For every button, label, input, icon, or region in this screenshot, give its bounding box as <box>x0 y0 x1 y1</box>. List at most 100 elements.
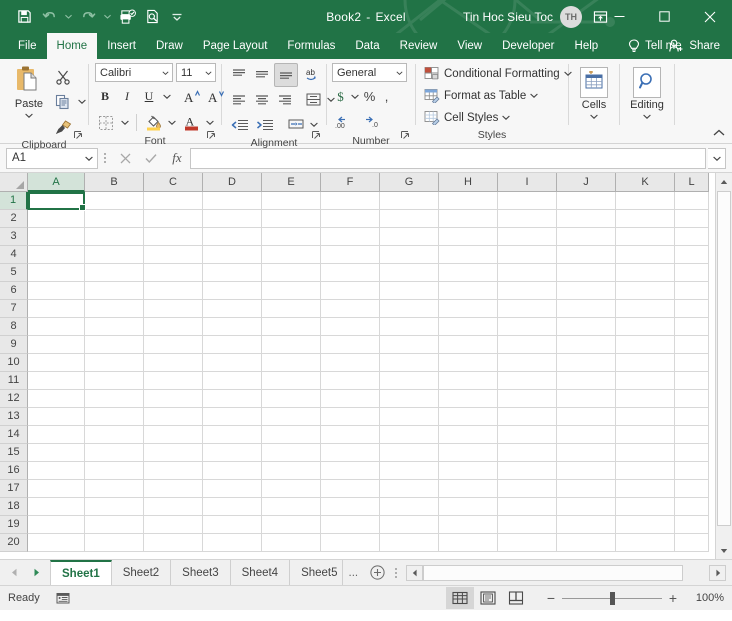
row-header-11[interactable]: 11 <box>0 372 28 390</box>
column-header-b[interactable]: B <box>85 173 144 192</box>
cell-F18[interactable] <box>321 498 380 516</box>
cell-D18[interactable] <box>203 498 262 516</box>
cell-C16[interactable] <box>144 462 203 480</box>
cell-F11[interactable] <box>321 372 380 390</box>
cell-B2[interactable] <box>85 210 144 228</box>
cell-I19[interactable] <box>498 516 557 534</box>
cell-F3[interactable] <box>321 228 380 246</box>
cell-F8[interactable] <box>321 318 380 336</box>
format-as-table-button[interactable]: Format as Table <box>422 85 542 106</box>
cell-J16[interactable] <box>557 462 616 480</box>
sheet-tab-sheet2[interactable]: Sheet2 <box>112 560 171 585</box>
cell-G16[interactable] <box>380 462 439 480</box>
row-header-17[interactable]: 17 <box>0 480 28 498</box>
cell-G9[interactable] <box>380 336 439 354</box>
decrease-indent-button[interactable] <box>228 114 252 136</box>
cell-K13[interactable] <box>616 408 675 426</box>
accounting-format-button[interactable]: $ <box>332 86 349 108</box>
paste-button[interactable]: Paste <box>6 63 52 121</box>
cell-B7[interactable] <box>85 300 144 318</box>
row-header-18[interactable]: 18 <box>0 498 28 516</box>
sheet-tab-sheet1[interactable]: Sheet1 <box>50 560 112 585</box>
cell-C12[interactable] <box>144 390 203 408</box>
cell-G10[interactable] <box>380 354 439 372</box>
cell-J5[interactable] <box>557 264 616 282</box>
borders-dropdown-button[interactable] <box>119 112 131 134</box>
cell-J17[interactable] <box>557 480 616 498</box>
cell-I20[interactable] <box>498 534 557 552</box>
cell-K12[interactable] <box>616 390 675 408</box>
cell-L16[interactable] <box>675 462 709 480</box>
vertical-scrollbar[interactable] <box>715 173 732 559</box>
cell-I6[interactable] <box>498 282 557 300</box>
status-text[interactable]: Ready <box>0 592 40 604</box>
cell-C17[interactable] <box>144 480 203 498</box>
cell-J18[interactable] <box>557 498 616 516</box>
cell-G17[interactable] <box>380 480 439 498</box>
cell-L18[interactable] <box>675 498 709 516</box>
cell-G8[interactable] <box>380 318 439 336</box>
format-painter-button[interactable] <box>52 116 74 138</box>
cell-F2[interactable] <box>321 210 380 228</box>
cell-F16[interactable] <box>321 462 380 480</box>
print-preview-button[interactable] <box>140 5 164 29</box>
cell-G12[interactable] <box>380 390 439 408</box>
merge-center-button[interactable] <box>285 114 307 136</box>
increase-decimal-button[interactable]: .00 <box>332 112 358 134</box>
cell-H4[interactable] <box>439 246 498 264</box>
cell-E6[interactable] <box>262 282 321 300</box>
cell-L11[interactable] <box>675 372 709 390</box>
redo-dropdown-button[interactable] <box>100 5 114 29</box>
bottom-align-button[interactable] <box>274 63 298 87</box>
cell-L12[interactable] <box>675 390 709 408</box>
cell-B20[interactable] <box>85 534 144 552</box>
cell-K1[interactable] <box>616 192 675 210</box>
cell-A18[interactable] <box>28 498 85 516</box>
cell-E15[interactable] <box>262 444 321 462</box>
cell-I8[interactable] <box>498 318 557 336</box>
column-header-d[interactable]: D <box>203 173 262 192</box>
cell-B9[interactable] <box>85 336 144 354</box>
increase-indent-button[interactable] <box>253 114 277 136</box>
insert-function-button[interactable]: fx <box>164 147 190 169</box>
row-header-13[interactable]: 13 <box>0 408 28 426</box>
cell-E11[interactable] <box>262 372 321 390</box>
cell-D5[interactable] <box>203 264 262 282</box>
row-header-10[interactable]: 10 <box>0 354 28 372</box>
formula-bar-resize-grip[interactable] <box>98 151 112 165</box>
cell-A3[interactable] <box>28 228 85 246</box>
cell-A6[interactable] <box>28 282 85 300</box>
cell-K8[interactable] <box>616 318 675 336</box>
tab-help[interactable]: Help <box>565 33 609 59</box>
row-header-15[interactable]: 15 <box>0 444 28 462</box>
cell-G5[interactable] <box>380 264 439 282</box>
cell-C13[interactable] <box>144 408 203 426</box>
percent-format-button[interactable]: % <box>360 86 379 108</box>
cell-G15[interactable] <box>380 444 439 462</box>
underline-dropdown-button[interactable] <box>161 86 173 108</box>
all-sheets-button[interactable] <box>390 560 402 585</box>
cell-C11[interactable] <box>144 372 203 390</box>
column-header-j[interactable]: J <box>557 173 616 192</box>
cell-B15[interactable] <box>85 444 144 462</box>
cell-H12[interactable] <box>439 390 498 408</box>
cell-D13[interactable] <box>203 408 262 426</box>
cell-A2[interactable] <box>28 210 85 228</box>
cell-L1[interactable] <box>675 192 709 210</box>
cell-A20[interactable] <box>28 534 85 552</box>
cell-E5[interactable] <box>262 264 321 282</box>
cell-L20[interactable] <box>675 534 709 552</box>
cell-D15[interactable] <box>203 444 262 462</box>
cell-C7[interactable] <box>144 300 203 318</box>
column-header-g[interactable]: G <box>380 173 439 192</box>
cell-K10[interactable] <box>616 354 675 372</box>
undo-button[interactable] <box>37 5 61 29</box>
editing-button[interactable]: Editing <box>623 65 671 122</box>
cell-C19[interactable] <box>144 516 203 534</box>
cell-A7[interactable] <box>28 300 85 318</box>
align-left-button[interactable] <box>228 89 250 111</box>
cell-B3[interactable] <box>85 228 144 246</box>
copy-button[interactable] <box>52 91 74 113</box>
cell-I2[interactable] <box>498 210 557 228</box>
cells-button[interactable]: Cells <box>572 65 616 122</box>
